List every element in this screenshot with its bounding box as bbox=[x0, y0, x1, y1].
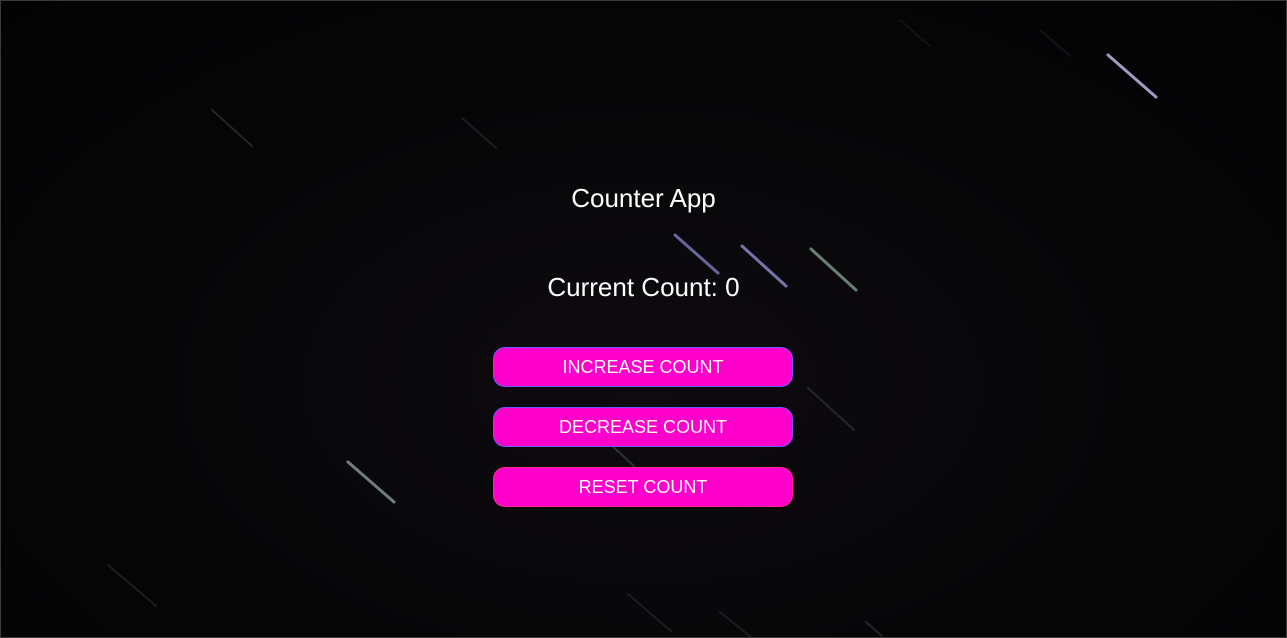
increase-count-button[interactable]: INCREASE COUNT bbox=[493, 347, 793, 387]
current-count-display: Current Count: 0 bbox=[0, 272, 1287, 303]
star-trails-background bbox=[107, 19, 1158, 638]
decrease-count-button[interactable]: DECREASE COUNT bbox=[493, 407, 793, 447]
reset-count-button[interactable]: RESET COUNT bbox=[493, 467, 793, 507]
app-title: Counter App bbox=[571, 183, 716, 213]
count-label: Current Count: bbox=[547, 272, 718, 302]
count-value: 0 bbox=[725, 272, 740, 302]
counter-app-page: { "app": { "title": "Counter App", "coun… bbox=[0, 0, 1287, 638]
